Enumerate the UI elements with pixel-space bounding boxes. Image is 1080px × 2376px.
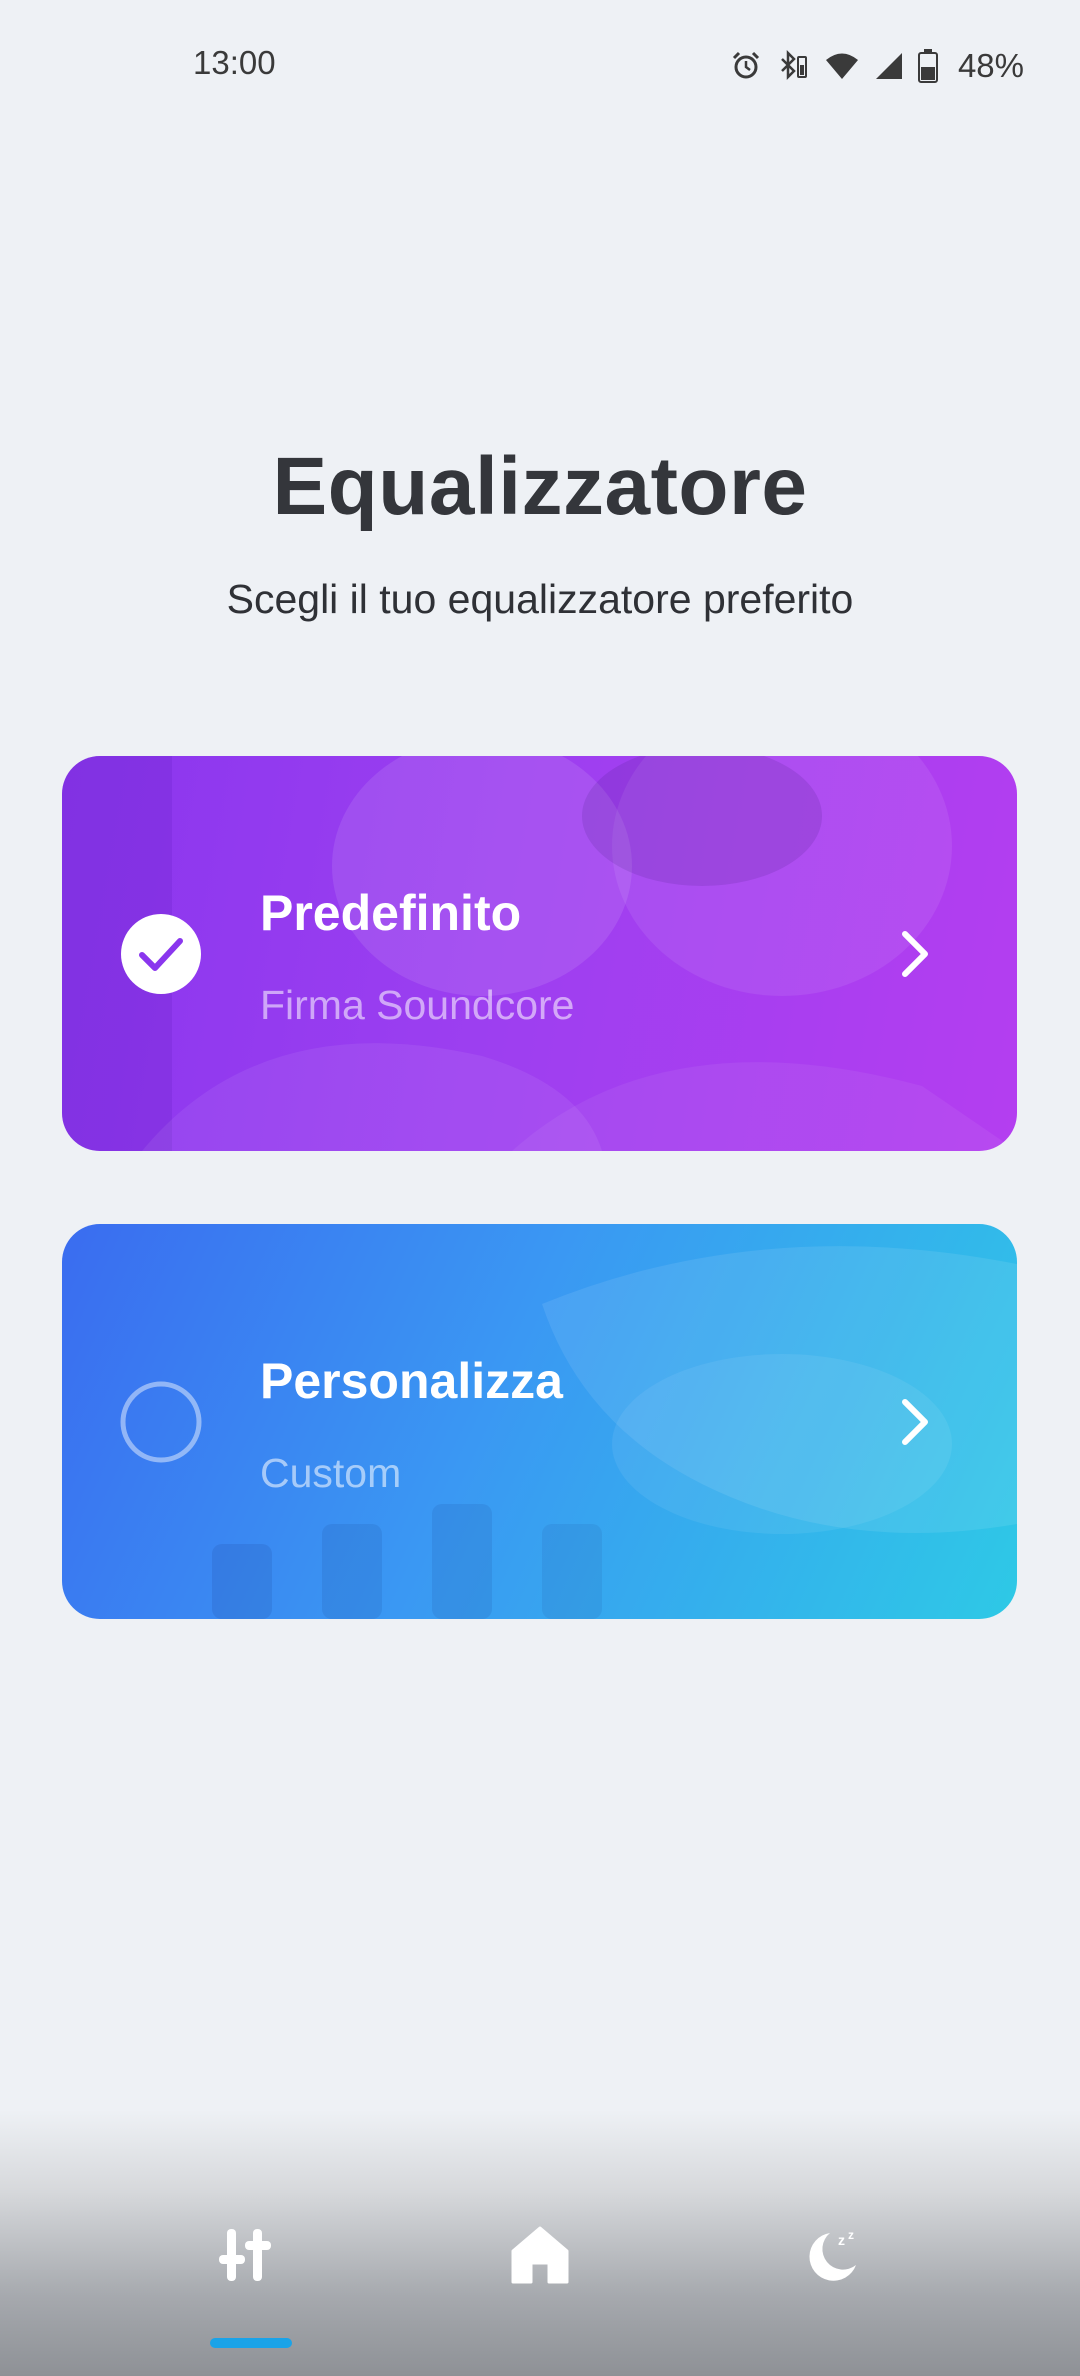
battery-icon [917, 49, 938, 83]
chevron-right-icon [902, 1399, 928, 1445]
nav-sleep-tab[interactable]: z z [777, 2205, 887, 2305]
card-subtitle: Firma Soundcore [260, 982, 575, 1028]
status-bar: 13:00 48% [0, 0, 1080, 132]
page-subtitle: Scegli il tuo equalizzatore preferito [226, 576, 854, 622]
unselected-radio-icon [120, 1381, 202, 1463]
status-time: 13:00 [193, 44, 276, 81]
card-background-image [62, 756, 1017, 1151]
card-title: Predefinito [260, 885, 522, 941]
card-background-image [212, 1246, 1017, 1619]
active-tab-indicator [210, 2338, 292, 2348]
eq-preset-card[interactable]: Predefinito Firma Soundcore [62, 756, 1017, 1151]
svg-text:z: z [838, 2232, 845, 2248]
selected-check-icon [121, 914, 201, 994]
alarm-icon [732, 51, 759, 79]
eq-custom-card[interactable]: Personalizza Custom [62, 1224, 1017, 1619]
card-title: Personalizza [260, 1353, 563, 1409]
nav-home-tab[interactable] [485, 2205, 595, 2305]
card-subtitle: Custom [260, 1450, 402, 1496]
home-icon [511, 2226, 569, 2284]
svg-text:z: z [848, 2228, 854, 2242]
battery-percent: 48% [957, 47, 1024, 84]
nav-equalizer-tab[interactable] [192, 2205, 302, 2305]
bluetooth-icon [781, 49, 807, 81]
wifi-icon [825, 53, 858, 79]
sleep-icon: z z [809, 2228, 856, 2281]
chevron-right-icon [902, 931, 928, 977]
page-title: Equalizzatore [272, 441, 808, 532]
equalizer-icon [219, 2229, 271, 2281]
status-icons: 48% [730, 44, 1024, 88]
signal-icon [875, 53, 902, 79]
